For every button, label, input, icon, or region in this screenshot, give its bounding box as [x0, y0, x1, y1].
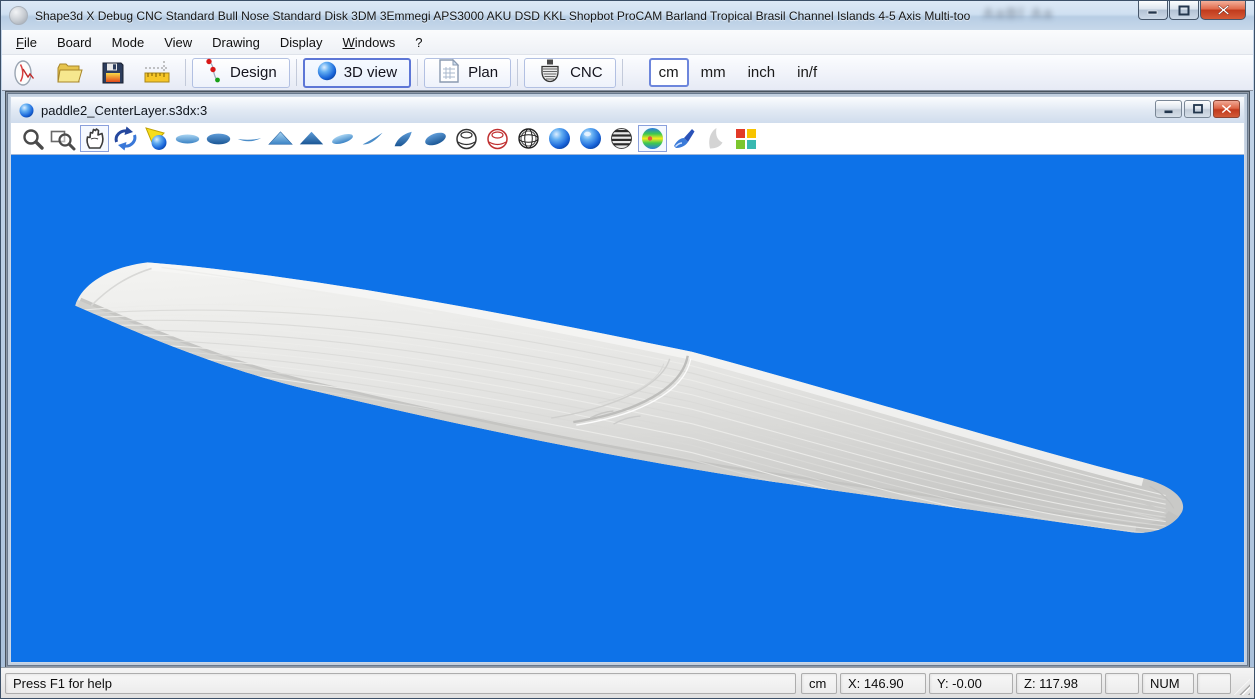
resize-grip[interactable]	[1234, 679, 1250, 695]
open-folder-icon[interactable]	[51, 58, 87, 88]
mode-buttons: Design 3D view Plan CNC	[190, 58, 618, 88]
plan-sheet-icon	[437, 58, 461, 88]
document-window: paddle2_CenterLayer.s3dx:3	[7, 93, 1248, 666]
status-unit: cm	[801, 673, 837, 694]
menu-item-windows[interactable]: Windows	[332, 32, 405, 53]
view-deck-icon[interactable]	[173, 125, 202, 152]
color-squares-icon[interactable]	[731, 125, 760, 152]
sphere-3d-icon	[317, 61, 337, 85]
window-controls	[1137, 1, 1246, 20]
minimize-button[interactable]	[1138, 1, 1168, 20]
render-wire-white-icon[interactable]	[452, 125, 481, 152]
light-source-icon[interactable]	[142, 125, 171, 152]
status-help-text: Press F1 for help	[5, 673, 796, 694]
toolbar-separator	[296, 59, 297, 86]
menu-item-board[interactable]: Board	[47, 32, 102, 53]
close-button[interactable]	[1200, 1, 1246, 20]
document-icon	[19, 103, 34, 118]
view-profile-icon[interactable]	[235, 125, 264, 152]
menu-item-mode[interactable]: Mode	[102, 32, 155, 53]
window-title: Shape3d X Debug CNC Standard Bull Nose S…	[35, 9, 970, 23]
document-close-button[interactable]	[1213, 100, 1240, 118]
view-persp-bottom-icon[interactable]	[421, 125, 450, 152]
menu-item-[interactable]: ?	[405, 32, 432, 53]
view-back-icon[interactable]	[297, 125, 326, 152]
design-mode-button[interactable]: Design	[192, 58, 290, 88]
render-wire-red-icon[interactable]	[483, 125, 512, 152]
file-tools	[7, 58, 175, 88]
status-blank-panel	[1197, 673, 1231, 694]
document-title: paddle2_CenterLayer.s3dx:3	[41, 103, 207, 118]
mode-button-label: Plan	[468, 64, 498, 81]
status-z-coordinate: Z: 117.98	[1016, 673, 1102, 694]
zoom-window-icon[interactable]	[49, 125, 78, 152]
dimensions-ruler-icon[interactable]	[139, 58, 175, 88]
toolbar-separator	[622, 59, 623, 86]
document-maximize-button[interactable]	[1184, 100, 1211, 118]
main-toolbar: Design 3D view Plan CNC cmmminchin/f	[2, 55, 1253, 91]
toolbar-separator	[185, 59, 186, 86]
unit-mm[interactable]: mm	[691, 58, 736, 87]
document-window-controls	[1155, 100, 1240, 118]
3d-view-mode-button[interactable]: 3D view	[303, 58, 411, 88]
maximize-button[interactable]	[1169, 1, 1199, 20]
unit-inch[interactable]: inch	[738, 58, 786, 87]
view-front-icon[interactable]	[266, 125, 295, 152]
menu-bar: FileBoardModeViewDrawingDisplayWindows?	[2, 30, 1253, 55]
plan-mode-button[interactable]: Plan	[424, 58, 511, 88]
mode-button-label: Design	[230, 64, 277, 81]
toolbar-separator	[417, 59, 418, 86]
rotate-3d-icon[interactable]	[111, 125, 140, 152]
render-solid-icon[interactable]	[545, 125, 574, 152]
document-minimize-button[interactable]	[1155, 100, 1182, 118]
title-bar[interactable]: Shape3d X Debug CNC Standard Bull Nose S…	[1, 1, 1254, 30]
new-board-icon[interactable]	[7, 58, 43, 88]
mdi-client-area: paddle2_CenterLayer.s3dx:3	[5, 91, 1250, 668]
view-toolbar	[11, 123, 1244, 155]
status-blank-panel	[1105, 673, 1139, 694]
status-numlock-indicator: NUM	[1142, 673, 1194, 694]
aero-glass-bleed: AaBl Aa	[983, 5, 1054, 22]
view-persp-profile-icon[interactable]	[359, 125, 388, 152]
status-y-coordinate: Y: -0.00	[929, 673, 1013, 694]
render-mesh-icon[interactable]	[514, 125, 543, 152]
save-disk-icon[interactable]	[95, 58, 131, 88]
design-curve-icon	[205, 58, 223, 88]
zoom-icon[interactable]	[18, 125, 47, 152]
render-smooth-icon[interactable]	[576, 125, 605, 152]
toolbar-separator	[517, 59, 518, 86]
paint-brush-icon[interactable]	[669, 125, 698, 152]
app-icon	[9, 6, 28, 25]
view-bottom-icon[interactable]	[204, 125, 233, 152]
fin-icon	[700, 125, 729, 152]
menu-item-view[interactable]: View	[154, 32, 202, 53]
viewport-3d[interactable]	[11, 155, 1244, 662]
unit-cm[interactable]: cm	[649, 58, 689, 87]
mode-button-label: CNC	[570, 64, 603, 81]
menu-item-display[interactable]: Display	[270, 32, 333, 53]
cnc-tool-icon	[537, 58, 563, 88]
status-bar: Press F1 for help cm X: 146.90 Y: -0.00 …	[1, 667, 1254, 698]
view-persp-deck-icon[interactable]	[328, 125, 357, 152]
unit-selector: cmmminchin/f	[649, 58, 828, 87]
menu-item-drawing[interactable]: Drawing	[202, 32, 270, 53]
status-x-coordinate: X: 146.90	[840, 673, 926, 694]
application-window: Shape3d X Debug CNC Standard Bull Nose S…	[0, 0, 1255, 699]
unit-in-f[interactable]: in/f	[787, 58, 827, 87]
pan-hand-icon[interactable]	[80, 125, 109, 152]
render-rainbow-icon[interactable]	[638, 125, 667, 152]
mode-button-label: 3D view	[344, 64, 397, 81]
menu-item-file[interactable]: File	[6, 32, 47, 53]
view-persp-sail-icon[interactable]	[390, 125, 419, 152]
paddle-board-3d-render	[11, 155, 1244, 662]
render-stripes-icon[interactable]	[607, 125, 636, 152]
document-title-bar[interactable]: paddle2_CenterLayer.s3dx:3	[11, 97, 1244, 123]
cnc-mode-button[interactable]: CNC	[524, 58, 616, 88]
